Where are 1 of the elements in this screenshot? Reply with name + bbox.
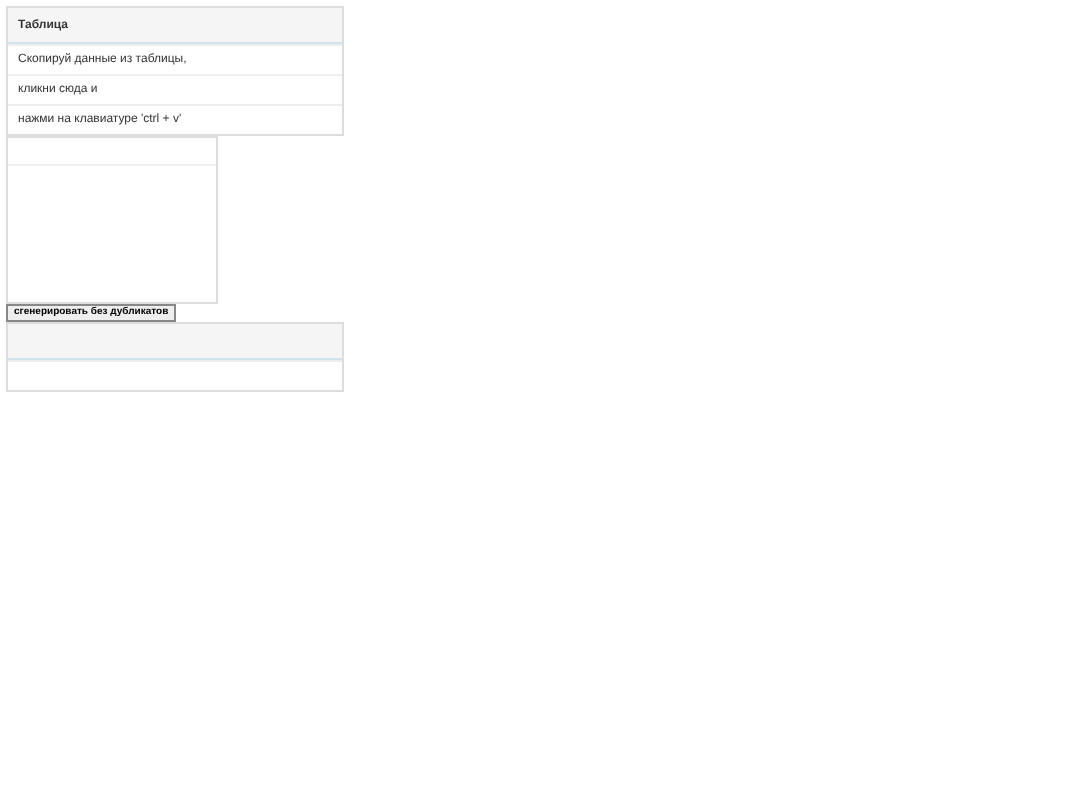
paste-area[interactable] [6, 136, 218, 304]
